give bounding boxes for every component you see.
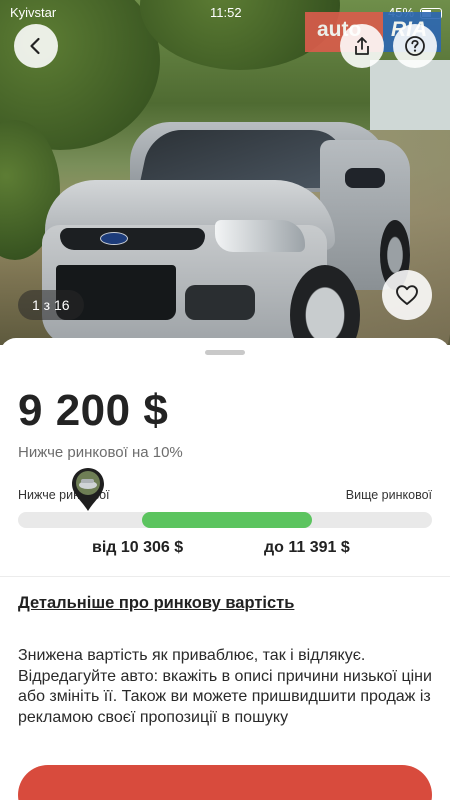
chevron-left-icon — [30, 37, 40, 55]
help-button[interactable] — [393, 24, 437, 68]
share-icon — [355, 37, 369, 55]
price-value: 9 200 $ — [18, 386, 169, 435]
favorite-button[interactable] — [382, 270, 432, 320]
price-marker-pin — [70, 466, 106, 512]
market-range-track — [18, 512, 432, 528]
clock: 11:52 — [210, 5, 242, 20]
carrier-name: Kyivstar — [10, 5, 57, 20]
divider — [0, 576, 450, 577]
back-button[interactable] — [14, 24, 58, 68]
heart-icon — [396, 285, 418, 305]
price-advice-text: Знижена вартість як приваблює, так і від… — [18, 647, 432, 726]
market-range-fill — [142, 512, 312, 528]
share-button[interactable] — [340, 24, 384, 68]
car-image — [20, 60, 410, 345]
drag-handle[interactable] — [205, 350, 245, 355]
map-pin-icon — [72, 468, 104, 511]
market-value-details-link[interactable]: Детальніше про ринкову вартість — [18, 594, 294, 613]
range-to: до 11 391 $ — [264, 539, 350, 556]
photo-counter: 1 з 16 — [18, 290, 84, 320]
action-button[interactable] — [18, 765, 432, 800]
price-sheet: 9 200 $ Нижче ринкової на 10% Нижче ринк… — [0, 338, 450, 800]
scale-label-above: Вище ринкової — [345, 488, 432, 502]
question-icon — [405, 36, 425, 56]
price-comparison: Нижче ринкової на 10% — [18, 444, 183, 461]
range-from: від 10 306 $ — [92, 539, 184, 556]
